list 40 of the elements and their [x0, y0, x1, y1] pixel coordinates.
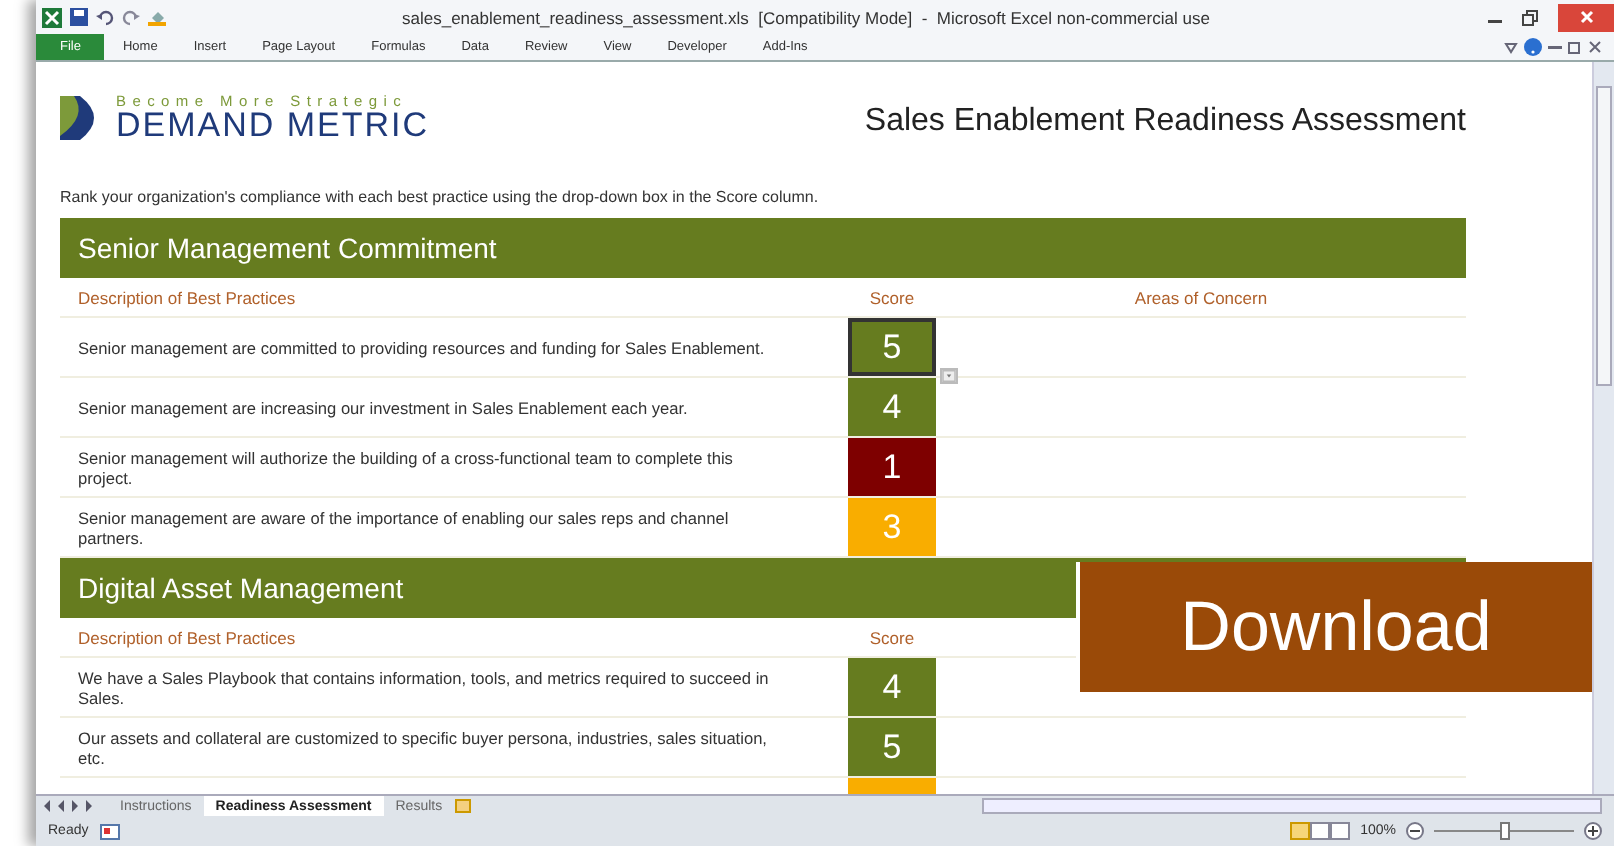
minimize-icon[interactable] — [1548, 40, 1562, 54]
fill-color-icon[interactable] — [148, 8, 170, 26]
view-buttons-icon[interactable] — [1290, 822, 1351, 840]
column-header: Areas of Concern — [1132, 286, 1270, 312]
close-button[interactable] — [1558, 3, 1614, 31]
column-header: Score — [867, 286, 917, 312]
save-icon[interactable] — [70, 8, 88, 26]
excel-icon[interactable] — [42, 7, 62, 27]
column-header: Description of Best Practices — [76, 626, 298, 652]
sheet-title: Sales Enablement Readiness Assessment — [864, 104, 1466, 140]
redo-icon[interactable] — [122, 8, 140, 26]
description-cell-text: Senior management are aware of the importance of enabling our sales reps and channel partners. — [76, 505, 731, 552]
instructions-text: Rank your organization's compliance with each best practice using the drop-down box in the Score column. — [60, 188, 821, 210]
caret-icon[interactable] — [1504, 40, 1518, 54]
restore-icon[interactable] — [1522, 9, 1538, 25]
horizontal-scrollbar[interactable] — [982, 798, 1602, 814]
close-icon — [1579, 10, 1593, 24]
description-cell-text: Our assets and collateral are customized to specific buyer persona, industries, sales situation, etc. — [76, 725, 769, 771]
restore-icon[interactable] — [1568, 40, 1582, 54]
undo-icon[interactable] — [96, 8, 114, 26]
description-cell-text: Senior management will authorize the building of a cross-functional team to complete this project. — [76, 445, 735, 492]
download-banner[interactable]: Download — [1076, 562, 1592, 692]
score-cell[interactable]: 5 — [848, 718, 936, 776]
help-icon[interactable] — [1524, 38, 1542, 56]
vertical-scrollbar[interactable] — [1592, 62, 1614, 794]
close-icon[interactable] — [1588, 40, 1602, 54]
description-cell-text: We have a Sales Playbook that contains information, tools, and metrics required to succeed in Sales. — [76, 665, 771, 711]
logo-text: DEMAND METRIC — [116, 110, 430, 142]
score-cell[interactable]: 4 — [848, 658, 936, 716]
score-cell[interactable]: 1 — [848, 438, 936, 496]
score-cell[interactable]: 4 — [848, 378, 936, 436]
column-header: Description of Best Practices — [76, 286, 298, 312]
column-header: Score — [867, 626, 917, 652]
description-cell-text: Senior management are committed to providing resources and funding for Sales Enablement. — [76, 335, 767, 362]
zoom-out-icon[interactable] — [1406, 822, 1424, 840]
section-header: Senior Management Commitment — [60, 218, 1466, 280]
macro-record-icon[interactable] — [100, 823, 121, 839]
zoom-in-icon[interactable] — [1584, 822, 1602, 840]
description-cell-text: Senior management are increasing our investment in Sales Enablement each year. — [76, 395, 690, 422]
window-title: sales_enablement_readiness_assessment.xls [Compatibility Mode] - Microsoft Excel non-commercial use — [402, 7, 1212, 27]
